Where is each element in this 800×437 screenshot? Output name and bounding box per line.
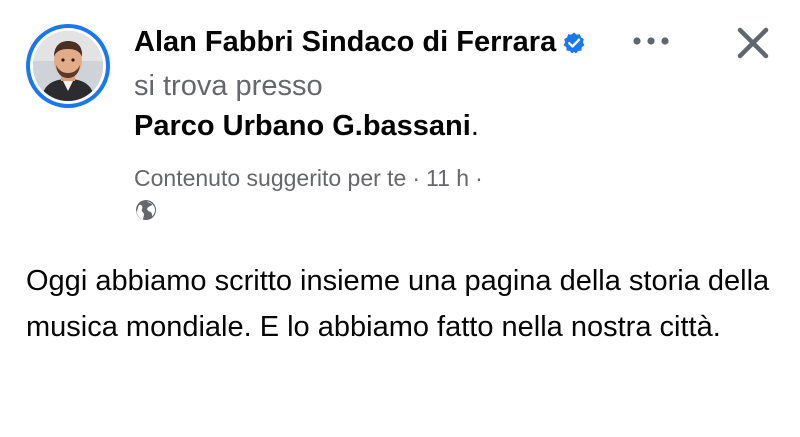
author-avatar[interactable]: [26, 24, 110, 108]
audience-indicator: [134, 198, 158, 227]
profile-photo: [33, 31, 103, 101]
feed-post: Alan Fabbri Sindaco di Ferrara si trova …: [0, 0, 800, 437]
more-options-button[interactable]: [626, 30, 676, 54]
author-name[interactable]: Alan Fabbri Sindaco di Ferrara: [134, 26, 556, 58]
meta-separator: ·: [412, 165, 421, 191]
place-period: .: [470, 110, 479, 142]
close-button[interactable]: [732, 24, 774, 66]
post-meta: Contenuto suggerito per te · 11 h ·: [134, 163, 489, 193]
globe-icon: [134, 200, 158, 226]
post-timestamp[interactable]: 11 h: [426, 165, 469, 191]
suggested-label: Contenuto suggerito per te: [134, 165, 407, 191]
post-header: Alan Fabbri Sindaco di Ferrara si trova …: [134, 22, 604, 146]
checkin-connector: si trova presso: [134, 70, 323, 102]
more-options-icon: [631, 33, 671, 51]
post-body-text: Oggi abbiamo scritto insieme una pagina …: [26, 265, 770, 343]
close-icon: [735, 25, 771, 66]
checkin-place[interactable]: Parco Urbano G.bassani: [134, 110, 471, 142]
verified-badge-icon: [562, 26, 586, 66]
meta-separator-trailing: ·: [475, 165, 483, 191]
